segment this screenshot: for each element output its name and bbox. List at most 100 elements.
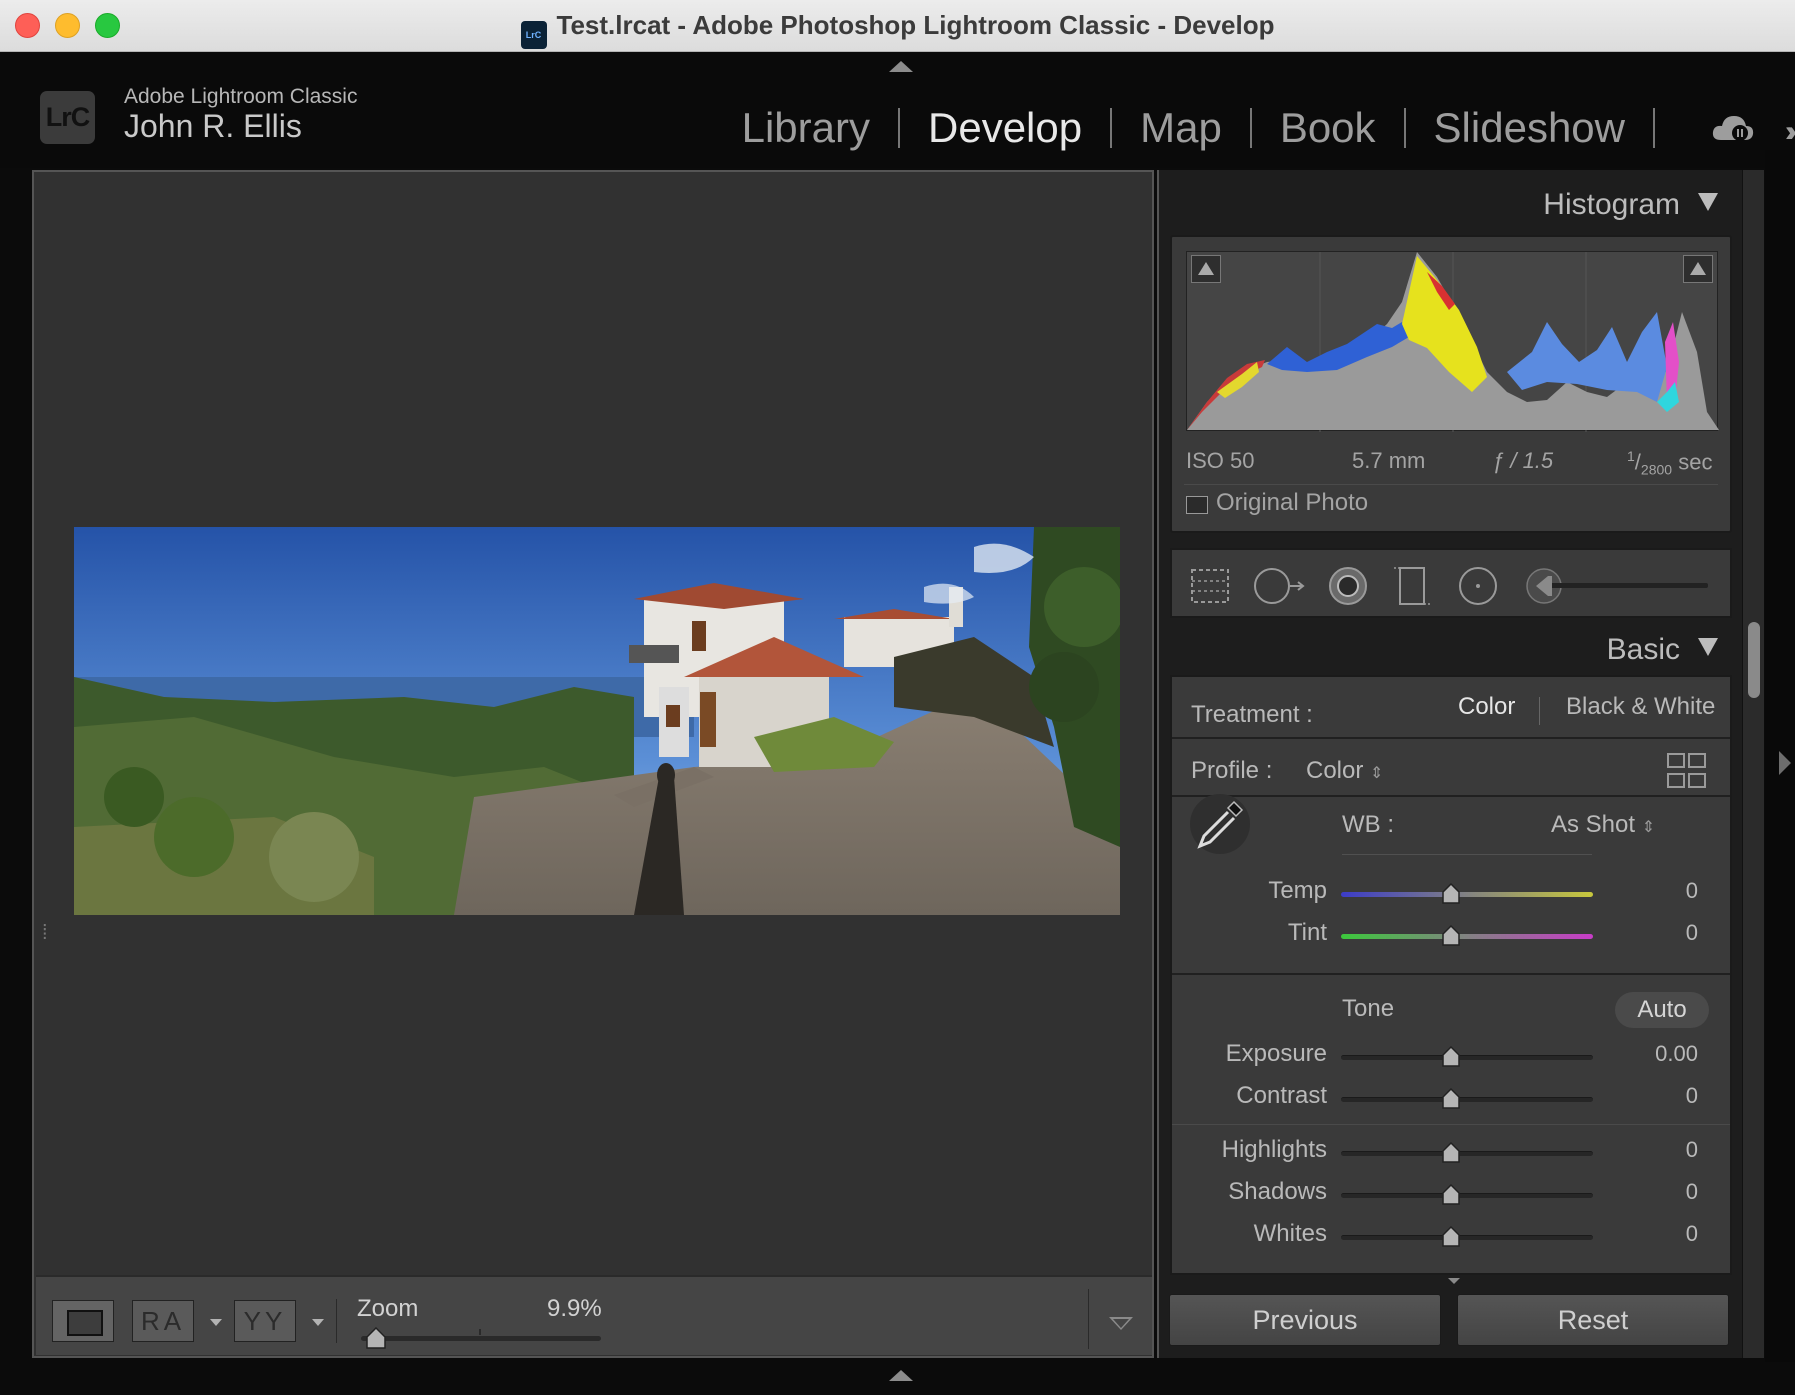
cloud-sync-icon[interactable] xyxy=(1711,113,1755,143)
shadows-slider-thumb[interactable] xyxy=(1441,1184,1461,1206)
window-title-text: Test.lrcat - Adobe Photoshop Lightroom C… xyxy=(556,10,1275,40)
tint-slider-thumb[interactable] xyxy=(1441,925,1461,947)
shutter-numerator: 1 xyxy=(1627,448,1635,464)
highlights-slider[interactable] xyxy=(1341,1151,1593,1156)
shadows-slider[interactable] xyxy=(1341,1193,1593,1198)
original-photo-checkbox[interactable] xyxy=(1186,496,1208,514)
whites-slider[interactable] xyxy=(1341,1235,1593,1240)
toolbar-divider xyxy=(1088,1289,1089,1349)
exif-iso: ISO 50 xyxy=(1186,448,1255,473)
wb-underline xyxy=(1342,854,1592,855)
shadow-clipping-indicator[interactable] xyxy=(1191,255,1221,283)
brush-size-slider[interactable] xyxy=(1522,564,1722,608)
module-list: Library Develop Map Book Slideshow xyxy=(714,103,1655,153)
left-panel-handle-icon[interactable]: ⁞ xyxy=(42,922,48,945)
reset-button[interactable]: Reset xyxy=(1457,1294,1729,1346)
basic-panel: Treatment : Color Black & White Profile … xyxy=(1170,675,1732,1275)
contrast-slider-thumb[interactable] xyxy=(1441,1088,1461,1110)
whites-value[interactable]: 0 xyxy=(1608,1221,1698,1247)
right-panel-toggle-arrow-icon[interactable] xyxy=(1779,751,1791,775)
contrast-label: Contrast xyxy=(1236,1082,1327,1109)
eyedropper-icon xyxy=(1197,800,1244,849)
zoom-slider[interactable] xyxy=(361,1336,601,1341)
row-divider xyxy=(1172,1124,1730,1125)
more-modules-chevron-icon[interactable]: ›› xyxy=(1785,115,1795,149)
zoom-value: 9.9% xyxy=(547,1295,602,1322)
basic-header-label: Basic xyxy=(1606,633,1680,666)
updown-arrows-icon: ⇕ xyxy=(1641,819,1656,836)
treatment-bw-option[interactable]: Black & White xyxy=(1566,693,1715,721)
window-title: LrC Test.lrcat - Adobe Photoshop Lightroo… xyxy=(0,10,1795,49)
whites-label: Whites xyxy=(1253,1220,1327,1247)
histogram-graph[interactable] xyxy=(1186,251,1719,432)
highlights-value[interactable]: 0 xyxy=(1608,1137,1698,1163)
collapse-triangle-icon[interactable] xyxy=(1698,193,1718,211)
filmstrip-toggle-arrow-icon[interactable] xyxy=(889,1370,913,1381)
scrollbar-thumb[interactable] xyxy=(1748,622,1760,698)
toolbar-content-menu-icon[interactable] xyxy=(1109,1317,1133,1330)
row-divider xyxy=(1172,737,1730,739)
exif-aperture: ƒ / 1.5 xyxy=(1492,448,1554,473)
lrc-logo: LrC xyxy=(40,91,95,144)
before-after-button[interactable]: RA xyxy=(132,1300,194,1342)
whites-slider-thumb[interactable] xyxy=(1441,1226,1461,1248)
before-after-dropdown-icon[interactable] xyxy=(210,1319,222,1326)
photo-preview[interactable] xyxy=(74,527,1120,915)
zoom-slider-thumb[interactable] xyxy=(365,1327,387,1351)
tint-slider[interactable] xyxy=(1341,934,1593,939)
shadows-label: Shadows xyxy=(1228,1178,1327,1205)
histogram-panel: ISO 50 5.7 mm ƒ / 1.5 1/2800 sec Origina… xyxy=(1170,235,1732,533)
swap-dropdown-icon[interactable] xyxy=(312,1319,324,1326)
shadows-value[interactable]: 0 xyxy=(1608,1179,1698,1205)
tint-value[interactable]: 0 xyxy=(1608,920,1698,946)
identity-plate-user: John R. Ellis xyxy=(124,108,302,144)
temp-value[interactable]: 0 xyxy=(1608,878,1698,904)
exposure-slider[interactable] xyxy=(1341,1055,1593,1060)
develop-toolbar: RA YY Zoom 9.9% xyxy=(36,1275,1152,1355)
auto-tone-button[interactable]: Auto xyxy=(1615,992,1709,1028)
before-after-swap-button[interactable]: YY xyxy=(234,1300,296,1342)
exposure-value[interactable]: 0.00 xyxy=(1608,1041,1698,1067)
masking-icon[interactable] xyxy=(1390,564,1434,608)
profile-browser-grid-icon[interactable] xyxy=(1667,753,1707,789)
module-library[interactable]: Library xyxy=(714,103,898,153)
right-panel-scrollbar[interactable] xyxy=(1742,170,1764,1358)
toolbar-divider xyxy=(336,1299,337,1343)
basic-panel-header[interactable]: Basic xyxy=(1607,633,1718,667)
wb-value: As Shot xyxy=(1551,811,1636,838)
radial-gradient-icon[interactable] xyxy=(1456,564,1500,608)
right-panel: Histogram ISO 50 5.7 mm ƒ / 1.5 1/2800 s… xyxy=(1157,170,1742,1358)
top-panel-toggle-arrow-icon[interactable] xyxy=(889,61,913,72)
wb-dropdown[interactable]: As Shot ⇕ xyxy=(1551,811,1655,839)
exif-shutter-speed: 1/2800 sec xyxy=(1627,448,1713,478)
highlights-slider-thumb[interactable] xyxy=(1441,1142,1461,1164)
lightroom-window: LrC Test.lrcat - Adobe Photoshop Lightroo… xyxy=(0,0,1795,1395)
contrast-value[interactable]: 0 xyxy=(1608,1083,1698,1109)
loupe-view-button[interactable] xyxy=(52,1300,114,1342)
previous-button[interactable]: Previous xyxy=(1169,1294,1441,1346)
collapse-triangle-icon[interactable] xyxy=(1698,638,1718,656)
treatment-color-option[interactable]: Color xyxy=(1458,693,1515,721)
temp-slider-thumb[interactable] xyxy=(1441,883,1461,905)
module-slideshow[interactable]: Slideshow xyxy=(1406,103,1653,153)
crop-tool-icon[interactable] xyxy=(1188,564,1232,608)
module-map[interactable]: Map xyxy=(1112,103,1250,153)
histogram-panel-header[interactable]: Histogram xyxy=(1543,188,1718,222)
profile-dropdown[interactable]: Color ⇕ xyxy=(1306,757,1383,785)
exposure-slider-thumb[interactable] xyxy=(1441,1046,1461,1068)
row-divider xyxy=(1172,795,1730,797)
shutter-denominator: 2800 xyxy=(1640,461,1673,478)
red-eye-icon[interactable] xyxy=(1326,564,1370,608)
photo-view: ⁞ RA YY Zoom 9.9% xyxy=(32,170,1154,1358)
module-separator xyxy=(1653,108,1655,148)
shutter-unit: sec xyxy=(1678,449,1713,475)
wb-eyedropper-button[interactable] xyxy=(1190,794,1250,854)
profile-value: Color xyxy=(1306,757,1364,784)
spot-removal-icon[interactable] xyxy=(1252,564,1308,608)
module-develop[interactable]: Develop xyxy=(900,103,1110,153)
highlight-clipping-indicator[interactable] xyxy=(1683,255,1713,283)
temp-slider[interactable] xyxy=(1341,892,1593,897)
module-book[interactable]: Book xyxy=(1252,103,1404,153)
contrast-slider[interactable] xyxy=(1341,1097,1593,1102)
row-divider xyxy=(1172,973,1730,975)
